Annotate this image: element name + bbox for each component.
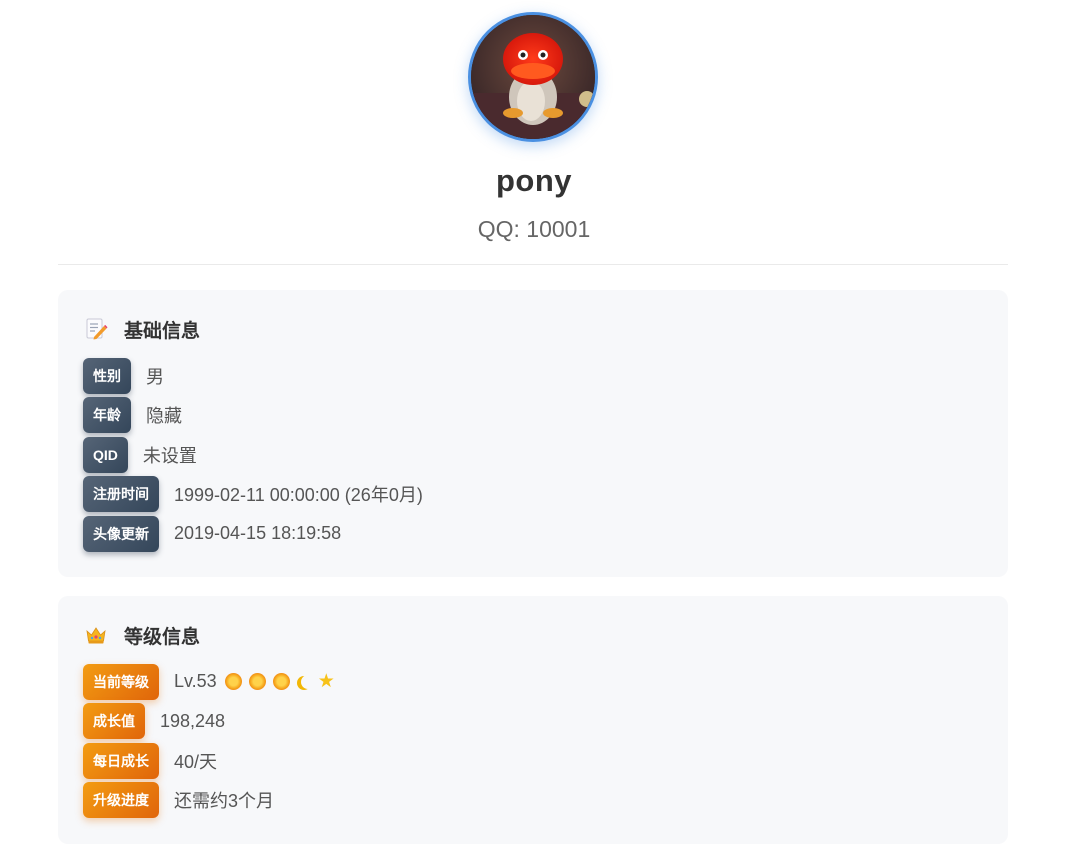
current-level-label: 当前等级 — [83, 663, 159, 700]
username: pony — [495, 163, 573, 198]
info-row-qid: QID 未设置 — [83, 435, 423, 475]
register-time-value: 1999-02-11 00:00:00 (26年0月) — [174, 485, 423, 506]
info-row-current-level: 当前等级 Lv.53 ★ — [83, 662, 342, 702]
level-info-title: 等级信息 — [124, 626, 201, 648]
upgrade-progress-value: 还需约3个月 — [174, 791, 275, 812]
basic-info-title: 基础信息 — [124, 320, 201, 342]
sun-icon — [272, 673, 290, 691]
age-value: 隐藏 — [146, 406, 182, 427]
avatar-update-value: 2019-04-15 18:19:58 — [174, 523, 342, 544]
age-label: 年龄 — [83, 397, 131, 434]
avatar[interactable] — [468, 12, 598, 142]
info-row-avatar-update: 头像更新 2019-04-15 18:19:58 — [83, 514, 423, 554]
sun-icon — [248, 673, 266, 691]
sun-icon — [224, 673, 242, 691]
header-divider — [58, 264, 1008, 265]
current-level-value-wrap: Lv.53 ★ — [174, 671, 342, 692]
moon-icon — [301, 675, 315, 689]
level-icons: ★ — [224, 670, 342, 692]
info-row-upgrade-progress: 升级进度 还需约3个月 — [83, 781, 342, 821]
level-info-header: 等级信息 — [84, 620, 200, 650]
gender-label: 性别 — [83, 357, 131, 394]
info-row-register-time: 注册时间 1999-02-11 00:00:00 (26年0月) — [83, 475, 423, 515]
basic-info-list: 性别 男 年龄 隐藏 QID 未设置 注册时间 1999-02-11 00:00… — [83, 356, 423, 554]
growth-value: 198,248 — [160, 710, 226, 731]
profile-page: pony QQ: 10001 基础信息 性别 男 年龄 隐藏 QID 未设置 注… — [0, 0, 1068, 862]
info-row-daily-growth: 每日成长 40/天 — [83, 741, 342, 781]
memo-icon — [84, 317, 108, 341]
crown-icon — [84, 623, 108, 647]
star-icon: ★ — [317, 670, 335, 692]
gender-value: 男 — [146, 366, 164, 387]
qq-number: QQ: 10001 — [477, 216, 591, 242]
info-row-growth-value: 成长值 198,248 — [83, 702, 342, 742]
current-level-value: Lv.53 — [174, 671, 217, 692]
basic-info-card: 基础信息 性别 男 年龄 隐藏 QID 未设置 注册时间 1999-02-11 … — [58, 290, 1008, 577]
qid-value: 未设置 — [142, 445, 197, 466]
qid-label: QID — [83, 436, 128, 473]
avatar-update-label: 头像更新 — [83, 515, 159, 552]
daily-growth-label: 每日成长 — [83, 742, 159, 779]
level-info-card: 等级信息 当前等级 Lv.53 ★ 成长值 198,248 每日成长 40/天 … — [58, 596, 1008, 844]
basic-info-header: 基础信息 — [84, 314, 200, 344]
level-info-list: 当前等级 Lv.53 ★ 成长值 198,248 每日成长 40/天 升级进度 … — [83, 662, 342, 820]
info-row-gender: 性别 男 — [83, 356, 423, 396]
register-time-label: 注册时间 — [83, 476, 159, 513]
growth-value-label: 成长值 — [83, 703, 145, 740]
info-row-age: 年龄 隐藏 — [83, 396, 423, 436]
avatar-image — [471, 15, 595, 139]
upgrade-progress-label: 升级进度 — [83, 782, 159, 819]
daily-growth-value: 40/天 — [174, 751, 218, 772]
